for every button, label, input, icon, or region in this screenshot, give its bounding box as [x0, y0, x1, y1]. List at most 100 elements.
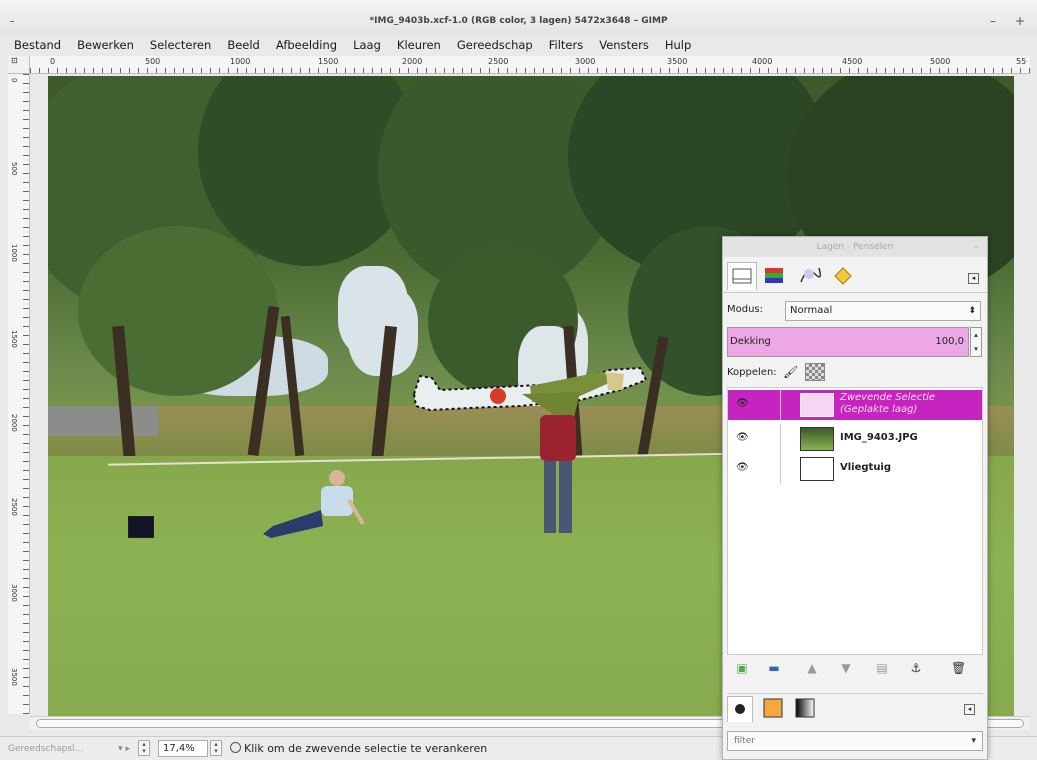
- eye-icon[interactable]: 👁: [736, 399, 749, 409]
- h-ruler-label: 3500: [667, 57, 688, 66]
- opacity-slider[interactable]: Dekking 100,0: [727, 327, 969, 357]
- pattern-icon: [763, 698, 783, 718]
- menu-gereedschap[interactable]: Gereedschap: [449, 36, 541, 54]
- duplicate-layer-icon[interactable]: ▤: [875, 661, 889, 675]
- zoom-field[interactable]: 17,4%: [158, 740, 208, 757]
- tab-patterns[interactable]: [761, 696, 787, 722]
- dock-menu-icon[interactable]: ◂: [964, 704, 975, 715]
- anchor-circle-icon: [230, 742, 241, 753]
- layer-name[interactable]: Zwevende Selectie (Geplakte laag): [840, 392, 970, 416]
- layer-button-bar: ▣ ▬ ▲ ▼ ▤ ⚓ 🗑: [727, 657, 983, 681]
- h-ruler-label: 4500: [842, 57, 863, 66]
- menu-afbeelding[interactable]: Afbeelding: [268, 36, 345, 54]
- v-ruler-label: 1500: [10, 330, 18, 348]
- layer-thumbnail: [800, 393, 834, 417]
- undo-history-icon: [834, 267, 852, 285]
- chain-column[interactable]: [780, 390, 781, 420]
- h-ruler-label: 0: [50, 57, 56, 66]
- unit-value: Gereedschapsl...: [8, 744, 84, 754]
- eye-icon[interactable]: 👁: [736, 463, 749, 473]
- layer-name[interactable]: IMG_9403.JPG: [840, 432, 918, 443]
- tab-brushes[interactable]: [727, 696, 753, 722]
- h-ruler-label: 55: [1016, 57, 1027, 66]
- menu-selecteren[interactable]: Selecteren: [142, 36, 219, 54]
- lock-label: Koppelen:: [727, 367, 777, 378]
- h-ruler-label: 5000: [930, 57, 951, 66]
- lower-layer-icon[interactable]: ▼: [839, 661, 853, 675]
- menu-hulp[interactable]: Hulp: [657, 36, 699, 54]
- tab-undo-history[interactable]: [829, 262, 859, 290]
- layer-thumbnail: [800, 427, 834, 451]
- window-title: *IMG_9403b.xcf-1.0 (RGB color, 3 lagen) …: [369, 16, 668, 26]
- opacity-value: 100,0: [935, 336, 964, 347]
- title-bar: - *IMG_9403b.xcf-1.0 (RGB color, 3 lagen…: [0, 0, 1037, 34]
- opacity-label: Dekking: [730, 336, 771, 347]
- mode-value: Normaal: [790, 305, 833, 316]
- menu-kleuren[interactable]: Kleuren: [389, 36, 449, 54]
- eye-icon[interactable]: 👁: [736, 433, 749, 443]
- layer-row[interactable]: 👁 Zwevende Selectie (Geplakte laag): [728, 390, 982, 420]
- layer-row[interactable]: 👁 IMG_9403.JPG: [728, 424, 982, 454]
- raise-layer-icon[interactable]: ▲: [805, 661, 819, 675]
- new-layer-icon[interactable]: ▣: [735, 661, 749, 675]
- menu-laag[interactable]: Laag: [345, 36, 389, 54]
- dock-menu-icon[interactable]: ◂: [968, 273, 979, 284]
- layer-name[interactable]: Vliegtuig: [840, 462, 891, 473]
- roundel-icon: [490, 388, 506, 404]
- menu-filters[interactable]: Filters: [541, 36, 591, 54]
- layers-dock: Lagen - Penselen – ◂ Modus: Normaal ⬍ De…: [722, 236, 988, 760]
- layer-list: 👁 Zwevende Selectie (Geplakte laag) 👁 IM…: [727, 387, 983, 655]
- mode-row: Modus: Normaal ⬍: [727, 301, 983, 321]
- seated-person: [263, 470, 365, 538]
- brush-filter-value: filter: [734, 736, 755, 746]
- h-ruler-label: 3000: [575, 57, 596, 66]
- v-ruler-label: 1000: [10, 244, 18, 262]
- minimize-button[interactable]: –: [990, 14, 996, 28]
- anchor-icon[interactable]: ⚓: [909, 661, 923, 675]
- lock-pixels-brush-icon[interactable]: 🖌: [783, 365, 798, 379]
- menu-bar: Bestand Bewerken Selecteren Beeld Afbeel…: [6, 36, 699, 54]
- zoom-spin-icon[interactable]: ▴ ▾: [210, 740, 222, 756]
- brush-filter-field[interactable]: filter ▾: [727, 731, 983, 751]
- new-layer-group-icon[interactable]: ▬: [767, 661, 781, 675]
- v-ruler-label: 3000: [10, 584, 18, 602]
- paths-icon: [800, 267, 822, 283]
- bridge: [48, 406, 158, 436]
- maximize-button[interactable]: +: [1015, 14, 1025, 28]
- h-ruler-label: 2000: [402, 57, 423, 66]
- chain-column[interactable]: [780, 454, 781, 484]
- dock-tabs: ◂: [723, 257, 987, 293]
- chain-column[interactable]: [780, 424, 781, 454]
- opacity-spin-icon[interactable]: ▴ ▾: [970, 327, 982, 357]
- v-ruler-label: 3500: [10, 668, 18, 686]
- tab-channels[interactable]: [761, 262, 791, 290]
- horizontal-ruler[interactable]: 0 500 1000 1500 2000 2500 3000 3500 4000…: [30, 56, 1030, 74]
- menu-bestand[interactable]: Bestand: [6, 36, 69, 54]
- chevron-down-icon: ▾: [971, 736, 976, 746]
- dock-close-icon[interactable]: –: [975, 237, 980, 257]
- unit-dropdown[interactable]: Gereedschapsl... ▾ ▸: [6, 741, 132, 757]
- layer-row[interactable]: 👁 Vliegtuig: [728, 454, 982, 484]
- ruler-corner[interactable]: ⊡: [8, 56, 30, 74]
- mode-label: Modus:: [727, 304, 764, 315]
- h-ruler-label: 500: [145, 57, 161, 66]
- dock-title: Lagen - Penselen –: [723, 237, 987, 257]
- gimp-window: - *IMG_9403b.xcf-1.0 (RGB color, 3 lagen…: [0, 0, 1037, 760]
- menu-vensters[interactable]: Vensters: [591, 36, 657, 54]
- menu-bewerken[interactable]: Bewerken: [69, 36, 142, 54]
- menu-beeld[interactable]: Beeld: [219, 36, 268, 54]
- lock-alpha-checker-icon[interactable]: [805, 363, 825, 381]
- tab-gradients[interactable]: [793, 696, 819, 722]
- tree-foliage: [78, 226, 278, 396]
- chevron-down-icon: ▾ ▸: [118, 744, 130, 754]
- v-ruler-label: 0: [10, 78, 18, 83]
- mode-dropdown[interactable]: Normaal ⬍: [785, 301, 981, 321]
- tab-paths[interactable]: [795, 262, 825, 290]
- status-message: Klik om de zwevende selectie te veranker…: [230, 740, 487, 757]
- delete-layer-icon[interactable]: 🗑: [951, 661, 966, 675]
- tab-layers[interactable]: [727, 262, 757, 290]
- v-ruler-label: 500: [10, 162, 18, 176]
- unit-spin-icon[interactable]: ▴ ▾: [138, 740, 150, 756]
- standing-pilot: [540, 415, 576, 533]
- vertical-ruler[interactable]: 0 500 1000 1500 2000 2500 3000 3500: [8, 74, 30, 714]
